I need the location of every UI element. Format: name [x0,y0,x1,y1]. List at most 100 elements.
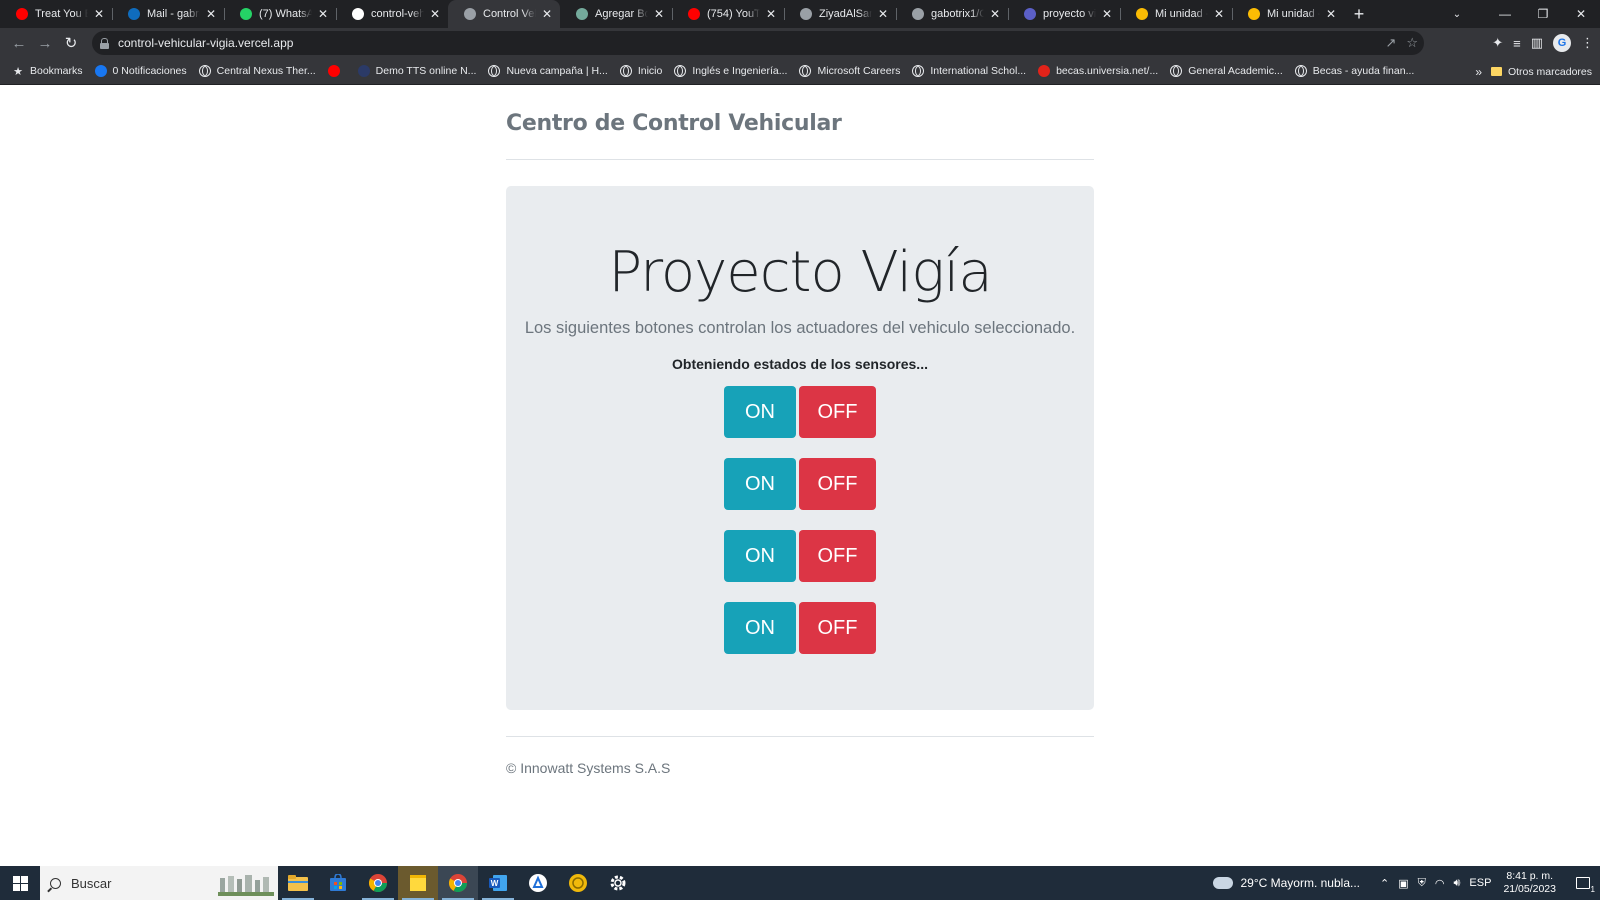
forward-arrow-icon[interactable]: → [32,30,58,56]
sticky-notes-icon[interactable] [398,866,438,900]
browser-tab[interactable]: Mi unidad - Google Drive ✕ [1120,0,1232,28]
minimize-icon[interactable]: — [1486,0,1524,28]
tab-search-icon[interactable]: ⌄ [1442,0,1472,28]
store-icon[interactable] [318,866,358,900]
footer-divider [506,736,1094,737]
page-heading: Proyecto Vigía [608,240,992,305]
chrome-icon[interactable] [358,866,398,900]
side-panel-icon[interactable]: ▥ [1531,35,1543,51]
word-icon[interactable]: W [478,866,518,900]
search-highlight-image [218,875,274,896]
tab-close-icon[interactable]: ✕ [1212,7,1226,21]
browser-tab[interactable]: Mi unidad - Google Drive ✕ [1232,0,1344,28]
bookmark-star-icon[interactable]: ☆ [1406,35,1418,51]
actuator-2-off-button[interactable]: OFF [799,458,876,510]
weather-text: 29°C Mayorm. nubla... [1240,876,1360,890]
browser-tab[interactable]: control-vehicular ✕ [336,0,448,28]
browser-tab[interactable]: proyecto vigía ✕ [1008,0,1120,28]
actuator-1-off-button[interactable]: OFF [799,386,876,438]
site-title[interactable]: Centro de Control Vehicular [506,111,842,136]
meet-now-icon[interactable]: ▣ [1398,877,1408,890]
address-bar[interactable]: control-vehicular-vigia.vercel.app ↗ ☆ [92,31,1424,55]
reading-list-icon[interactable]: ≡ [1513,36,1521,51]
notification-center-icon[interactable]: 1 [1566,866,1600,900]
tab-close-icon[interactable]: ✕ [764,7,778,21]
tab-close-icon[interactable]: ✕ [92,7,106,21]
bookmark-item[interactable]: Inglés e Ingeniería... [674,65,787,77]
actuator-3-on-button[interactable]: ON [724,530,796,582]
tab-close-icon[interactable]: ✕ [876,7,890,21]
tab-close-icon[interactable]: ✕ [1324,7,1338,21]
tab-list: Treat You Better✕Mail - gabriel✕(7) What… [0,0,1344,28]
actuator-1-on-button[interactable]: ON [724,386,796,438]
actuator-4-on-button[interactable]: ON [724,602,796,654]
chrome-active-icon[interactable] [438,866,478,900]
bookmark-item[interactable]: Demo TTS online N... [357,65,476,77]
browser-tab[interactable]: gabotrix1/Control ✕ [896,0,1008,28]
bookmark-item[interactable]: 0 Notificaciones [94,65,187,77]
defender-icon[interactable]: ⛨ [1418,877,1426,890]
browser-tab[interactable]: (7) WhatsApp ✕ [224,0,336,28]
start-button[interactable] [0,866,40,900]
bookmark-item[interactable]: Nueva campaña | H... [488,65,608,77]
windows-taskbar: Buscar W 29°C Mayorm. nubla... ⌃ ▣ ⛨ ◠ 🔊… [0,866,1600,900]
volume-icon[interactable]: 🔊︎ [1453,877,1460,890]
browser-tab[interactable]: Mail - gabriel ✕ [112,0,224,28]
file-explorer-icon[interactable] [278,866,318,900]
youtube-icon [327,65,340,77]
wifi-icon[interactable]: ◠ [1435,877,1445,890]
bookmark-item[interactable]: ★ Bookmarks [12,65,82,78]
bookmark-item[interactable]: Becas - ayuda finan... [1294,65,1414,77]
tab-close-icon[interactable]: ✕ [316,7,330,21]
tab-close-icon[interactable]: ✕ [652,7,666,21]
tab-close-icon[interactable]: ✕ [540,7,554,21]
bookmark-item[interactable]: General Academic... [1170,65,1283,77]
profile-avatar-icon[interactable]: G [1553,34,1571,52]
other-bookmarks-folder[interactable]: Otros marcadores [1490,58,1592,85]
extensions-icon[interactable]: ✦ [1492,35,1503,51]
app-icon[interactable] [518,866,558,900]
bookmark-item[interactable]: becas.universia.net/... [1038,65,1158,77]
new-tab-button[interactable]: + [1344,0,1374,28]
clock[interactable]: 8:41 p. m. 21/05/2023 [1503,870,1556,896]
lock-icon[interactable] [100,38,109,49]
bookmark-item[interactable]: International Schol... [912,65,1026,77]
search-icon [50,877,61,889]
url-text[interactable]: control-vehicular-vigia.vercel.app [118,36,293,50]
cloudy-weather-icon [1213,872,1234,889]
browser-tab[interactable]: Treat You Better ✕ [0,0,112,28]
tab-close-icon[interactable]: ✕ [428,7,442,21]
bookmark-item[interactable]: Central Nexus Ther... [198,65,316,77]
reload-icon[interactable]: ↻ [58,30,84,56]
browser-tab[interactable]: Control Vehicular ✕ [448,0,560,28]
weather-widget[interactable]: 29°C Mayorm. nubla... [1213,872,1360,890]
tab-title: Mi unidad - Google Drive [1155,8,1208,20]
bookmark-item[interactable]: Inicio [619,65,662,77]
taskbar-search-box[interactable]: Buscar [40,866,278,900]
coin-app-icon[interactable] [558,866,598,900]
browser-tab[interactable]: ZiyadAlSamhan ✕ [784,0,896,28]
show-hidden-icons-icon[interactable]: ⌃ [1380,877,1389,890]
docs-icon [1024,8,1036,20]
browser-tab[interactable]: (754) YouTube ✕ [672,0,784,28]
tab-close-icon[interactable]: ✕ [204,7,218,21]
facebook-icon [94,65,107,77]
actuator-2-on-button[interactable]: ON [724,458,796,510]
settings-icon[interactable] [598,866,638,900]
bookmarks-overflow-button[interactable]: » [1475,58,1482,85]
close-window-icon[interactable]: ✕ [1562,0,1600,28]
browser-menu-icon[interactable]: ⋮ [1581,35,1594,51]
browser-tab[interactable]: Agregar Botón ✕ [560,0,672,28]
bookmark-item[interactable] [327,65,346,77]
tab-title: (7) WhatsApp [259,8,312,20]
actuator-3-off-button[interactable]: OFF [799,530,876,582]
share-icon[interactable]: ↗ [1385,35,1396,51]
restore-icon[interactable]: ❐ [1524,0,1562,28]
language-indicator[interactable]: ESP [1469,877,1491,890]
globe-icon [488,65,501,77]
tab-close-icon[interactable]: ✕ [988,7,1002,21]
back-arrow-icon[interactable]: ← [6,30,32,56]
actuator-4-off-button[interactable]: OFF [799,602,876,654]
bookmark-item[interactable]: Microsoft Careers [799,65,900,77]
tab-close-icon[interactable]: ✕ [1100,7,1114,21]
